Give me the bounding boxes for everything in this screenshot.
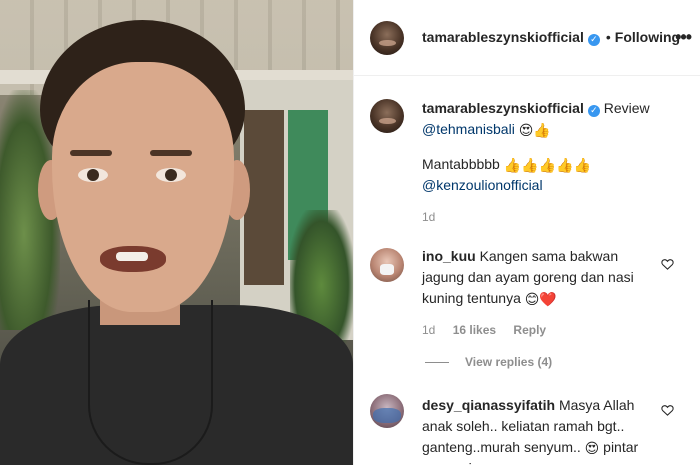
comment-username[interactable]: ino_kuu	[422, 248, 476, 264]
background-door	[244, 110, 284, 285]
caption-username[interactable]: tamarableszynskiofficial	[422, 100, 584, 116]
caption-line-2: @tehmanisbali 😍👍	[422, 119, 692, 140]
more-options-icon[interactable]: •••	[675, 27, 692, 48]
comment-time[interactable]: 1d	[422, 323, 435, 337]
caption-word: Review	[603, 100, 650, 116]
comment: desy_qianassyifatih Masya Allah anak sol…	[422, 395, 654, 465]
caption-line-3: Mantabbbbb 👍👍👍👍👍	[422, 154, 692, 175]
caption-avatar[interactable]	[370, 99, 404, 133]
owner-avatar[interactable]	[370, 21, 404, 55]
caption-emoji: 👍👍👍👍👍	[503, 157, 591, 173]
caption-text: Mantabbbbb	[422, 156, 500, 172]
caption-line-4: @kenzoulionofficial	[422, 175, 692, 196]
owner-username[interactable]: tamarableszynskiofficial	[422, 29, 584, 45]
header-user-line: tamarableszynskiofficial ✓ • Following	[422, 29, 680, 47]
boy-eyebrow	[70, 150, 112, 156]
view-replies-button[interactable]: View replies (4)	[425, 355, 552, 369]
comment-likes[interactable]: 16 likes	[453, 323, 496, 337]
boy-eye	[78, 168, 108, 182]
comment-emoji: 😊❤️	[524, 291, 557, 307]
boy-eye	[156, 168, 186, 182]
boy-face	[52, 62, 234, 312]
caption-emoji: 😍👍	[518, 122, 551, 138]
verified-badge-icon: ✓	[587, 105, 600, 117]
comment-meta: 1d 16 likes Reply	[422, 323, 654, 337]
view-replies-line	[425, 362, 449, 364]
comment: ino_kuu Kangen sama bakwan jagung dan ay…	[422, 246, 654, 337]
caption-time[interactable]: 1d	[422, 210, 692, 224]
caption-line-1: tamarableszynskiofficial ✓ Review	[422, 98, 692, 119]
heart-outline-icon[interactable]	[661, 404, 674, 416]
following-button[interactable]: Following	[615, 29, 680, 45]
boy-eyebrow	[150, 150, 192, 156]
comment-emoji: 😍	[584, 440, 600, 456]
verified-badge-icon: ✓	[587, 34, 600, 46]
post-header: tamarableszynskiofficial ✓ • Following •••	[354, 0, 700, 76]
commenter-avatar[interactable]	[370, 248, 404, 282]
post-sidebar: tamarableszynskiofficial ✓ • Following ••• …	[353, 0, 700, 465]
comment-body: ino_kuu Kangen sama bakwan jagung dan ay…	[422, 246, 654, 309]
comment-body: desy_qianassyifatih Masya Allah anak sol…	[422, 395, 654, 465]
caption: tamarableszynskiofficial ✓ Review @tehman…	[422, 98, 692, 224]
caption-mention[interactable]: @kenzoulionofficial	[422, 177, 543, 193]
reply-button[interactable]: Reply	[513, 323, 546, 337]
caption-mention[interactable]: @tehmanisbali	[422, 121, 515, 137]
comment-username[interactable]: desy_qianassyifatih	[422, 397, 555, 413]
commenter-avatar[interactable]	[370, 394, 404, 428]
view-replies-label: View replies (4)	[465, 355, 553, 369]
boy-mouth	[100, 246, 166, 272]
follow-separator: •	[605, 29, 611, 45]
heart-outline-icon[interactable]	[661, 258, 674, 270]
post-media[interactable]	[0, 0, 353, 465]
